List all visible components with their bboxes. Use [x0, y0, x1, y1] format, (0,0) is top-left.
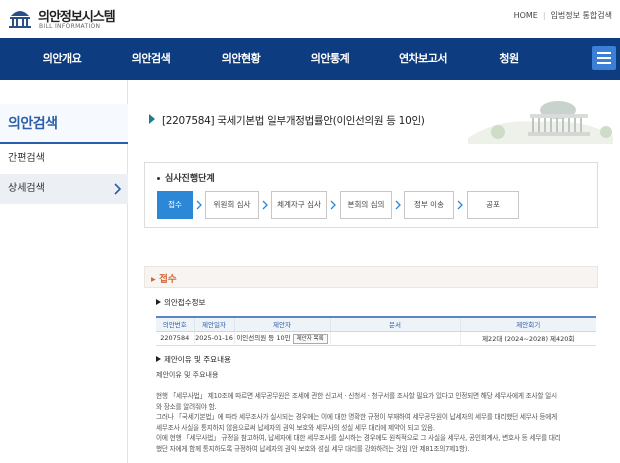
- stage-step-legal-review[interactable]: 체계자구 심사: [271, 191, 327, 219]
- top-header: 의안정보시스템 BILL INFORMATION HOME | 입법정보 통합검색: [0, 0, 620, 38]
- nav-bill-statistics[interactable]: 의안통계: [285, 38, 375, 80]
- section-received: ▸ 접수: [144, 266, 598, 288]
- section-title: ▸ 접수: [151, 274, 177, 285]
- main-navigation: 의안개요 의안검색 의안현황 의안통계 연차보고서 청원: [0, 38, 620, 80]
- bill-no-cell: 2207584: [156, 331, 194, 346]
- nav-petition[interactable]: 청원: [464, 38, 554, 80]
- info-heading-text: 의안접수정보: [164, 298, 206, 307]
- reason-line: 그러나 「국세기본법」에 따라 세무조사가 실시되는 경우에는 이에 대한 명확…: [156, 413, 557, 421]
- hamburger-icon[interactable]: [592, 46, 616, 70]
- reason-line: 와 장소를 알려줘야 함.: [156, 402, 217, 411]
- reason-line: 세무조사 사실을 통지하지 않음으로써 납세자의 권익 보호와 세무사의 성실 …: [156, 423, 435, 432]
- nav-annual-report[interactable]: 연차보고서: [378, 38, 468, 80]
- assembly-logo-icon: [9, 11, 31, 28]
- triangle-right-icon: [156, 356, 161, 362]
- integrated-search-link[interactable]: 입법정보 통합검색: [551, 11, 612, 20]
- stage-label-text: 심사진행단계: [165, 174, 215, 184]
- col-date: 제안일자: [193, 316, 234, 332]
- reason-line: 이에 현행 「세무사법」 규정을 참고하여, 납세자에 대한 세무조사를 실시하…: [156, 434, 561, 442]
- stage-step-gov-transfer[interactable]: 정부 이송: [404, 191, 454, 219]
- table-row: 2207584 2025-01-16 이인선의원 등 10인 제안자 목록 제22…: [156, 331, 596, 346]
- main-content: [2207584] 국세기본법 일부개정법률안(이인선의원 등 10인) 심사진…: [130, 80, 620, 463]
- stage-step-received[interactable]: 접수: [157, 191, 193, 219]
- chevron-right-icon: [196, 200, 202, 210]
- section-title-text: 접수: [159, 274, 177, 285]
- progress-stage-panel: 심사진행단계 접수 위원회 심사 체계자구 심사 본회의 심의 정부 이송 공포: [144, 162, 598, 228]
- proposer-list-button[interactable]: 제안자 목록: [292, 334, 328, 344]
- home-link[interactable]: HOME: [514, 11, 538, 20]
- reason-body: 현행 「세무사법」 제10조에 따르면 세무공무원은 조세에 관한 신고서 · …: [156, 391, 596, 454]
- utility-links: HOME | 입법정보 통합검색: [514, 10, 612, 21]
- bill-header: [2207584] 국세기본법 일부개정법률안(이인선의원 등 10인): [138, 88, 618, 144]
- util-divider: |: [542, 11, 546, 20]
- assembly-building-illustration: [468, 101, 613, 144]
- chevron-right-icon: [330, 200, 336, 210]
- chevron-right-icon: [262, 200, 268, 210]
- site-logo[interactable]: 의안정보시스템 BILL INFORMATION: [8, 5, 128, 33]
- proposer-cell: 이인선의원 등 10인 제안자 목록: [233, 331, 330, 346]
- reason-plain-label: 제안이유 및 주요내용: [156, 371, 219, 379]
- arrow-right-icon: [149, 114, 155, 124]
- session-cell: 제22대 (2024~2028) 제420회: [459, 331, 596, 346]
- bill-title: [2207584] 국세기본법 일부개정법률안(이인선의원 등 10인): [162, 115, 425, 127]
- reason-line: 했던 자에게 함께 통지하도록 규정하여 납세자의 권익 보호와 성실 세무 대…: [156, 444, 470, 453]
- stage-step-plenary[interactable]: 본회의 심의: [340, 191, 392, 219]
- left-sidebar: 의안검색 간편검색 상세검색: [0, 80, 128, 463]
- col-session: 제안회기: [459, 316, 596, 332]
- date-cell: 2025-01-16: [193, 331, 234, 346]
- stage-step-committee[interactable]: 위원회 심사: [205, 191, 259, 219]
- col-proposer: 제안자: [233, 316, 330, 332]
- sidebar-item-simple-search[interactable]: 간편검색: [0, 144, 128, 174]
- nav-bill-overview[interactable]: 의안개요: [17, 38, 107, 80]
- info-heading: 의안접수정보: [156, 297, 205, 308]
- col-bill-no: 의안번호: [156, 316, 194, 332]
- stage-label: 심사진행단계: [157, 171, 215, 184]
- sidebar-item-label: 상세검색: [8, 183, 45, 194]
- triangle-right-icon: [156, 299, 161, 305]
- stage-steps: 접수 위원회 심사 체계자구 심사 본회의 심의 정부 이송 공포: [157, 191, 597, 219]
- stage-step-promulgation[interactable]: 공포: [467, 191, 519, 219]
- chevron-right-icon: [114, 183, 122, 195]
- sidebar-item-detail-search[interactable]: 상세검색: [0, 174, 128, 204]
- logo-subtitle: BILL INFORMATION: [39, 23, 101, 30]
- proposer-text: 이인선의원 등 10인: [236, 334, 291, 342]
- nav-bill-status[interactable]: 의안현황: [196, 38, 286, 80]
- nav-bill-search[interactable]: 의안검색: [106, 38, 196, 80]
- chevron-right-icon: [395, 200, 401, 210]
- reason-heading: 제안이유 및 주요내용: [156, 354, 231, 365]
- sidebar-item-label: 간편검색: [8, 153, 45, 164]
- reason-heading-text: 제안이유 및 주요내용: [164, 355, 231, 364]
- col-document: 문서: [329, 316, 460, 332]
- chevron-right-icon: [457, 200, 463, 210]
- reason-line: 현행 「세무사법」 제10조에 따르면 세무공무원은 조세에 관한 신고서 · …: [156, 392, 557, 400]
- reception-info-table: 의안번호 제안일자 제안자 문서 제안회기 2207584 2025-01-16…: [156, 316, 596, 346]
- sidebar-title: 의안검색: [0, 104, 128, 144]
- document-cell[interactable]: [329, 331, 460, 346]
